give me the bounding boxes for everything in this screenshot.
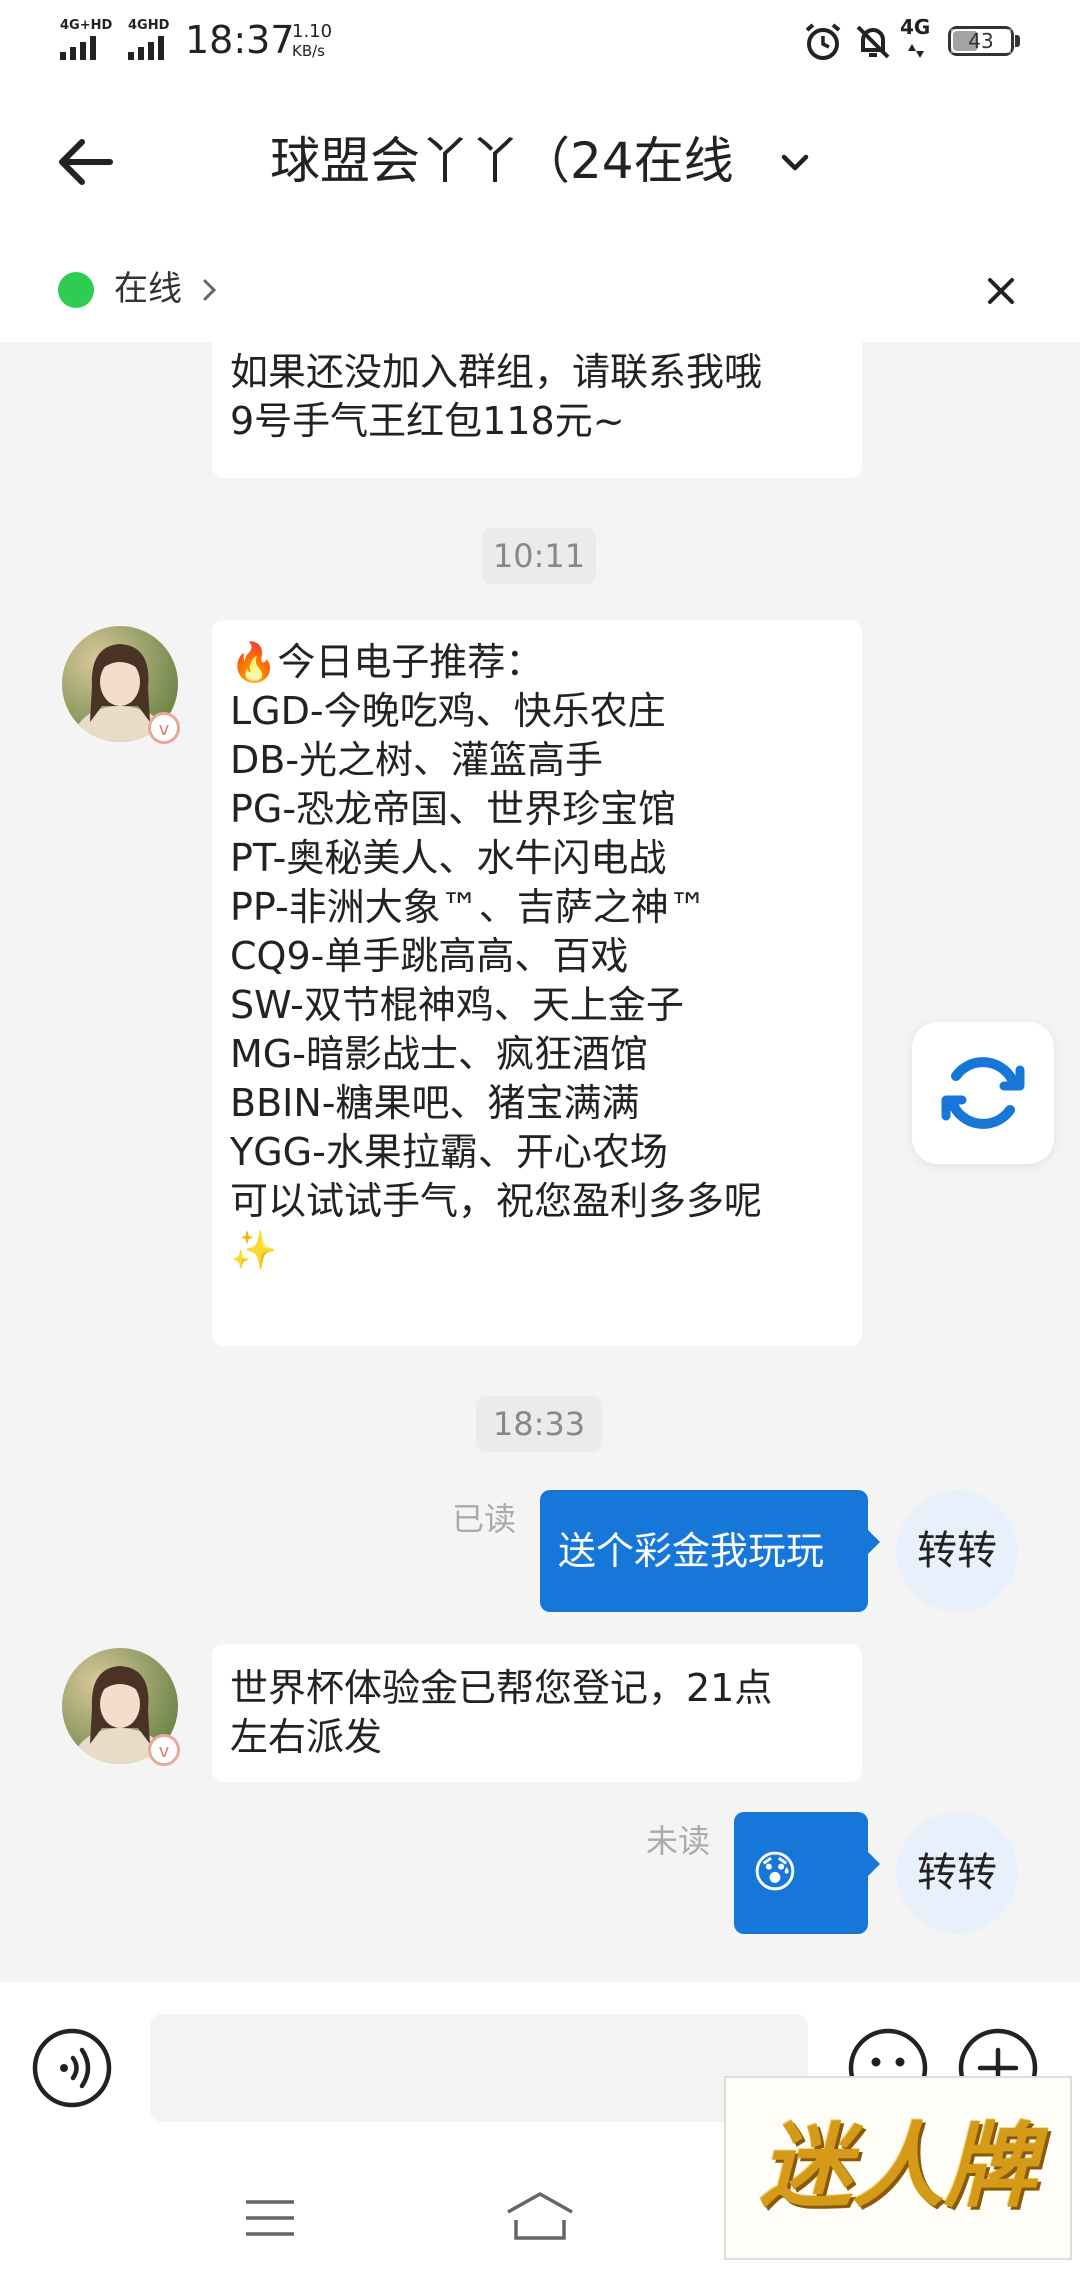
online-label[interactable]: 在线 [114, 266, 182, 312]
watermark-box: 迷人牌 [724, 2076, 1072, 2260]
timestamp: 18:33 [476, 1396, 602, 1452]
chevron-down-icon[interactable] [780, 148, 810, 178]
alarm-icon [805, 23, 841, 60]
message-input[interactable] [150, 2014, 808, 2122]
message-bubble-recommendation[interactable]: 🔥今日电子推荐： LGD-今晚吃鸡、快乐农庄 DB-光之树、灌篮高手 PG-恐龙… [212, 620, 862, 1346]
message-line: YGG-水果拉霸、开心农场 [230, 1130, 668, 1174]
message-line: CQ9-单手跳高高、百戏 [230, 934, 629, 978]
chat-title[interactable]: 球盟会丫丫（24在线 [270, 128, 734, 194]
signal-2-label: 4GHD [128, 18, 170, 33]
refresh-button[interactable] [912, 1022, 1054, 1164]
online-dot [58, 272, 94, 308]
signal-1-icon [60, 36, 96, 60]
message-line: MG-暗影战士、疯狂酒馆 [230, 1032, 648, 1076]
sender-avatar[interactable]: 转转 [896, 1490, 1018, 1612]
home-icon[interactable] [504, 2190, 576, 2242]
net-speed-value: 1.10 [292, 21, 333, 42]
battery-level: 43 [951, 29, 1011, 53]
bubble-tail [866, 1850, 880, 1878]
message-bubble[interactable]: 世界杯体验金已帮您登记，21点 左右派发 [212, 1644, 862, 1782]
message-line: DB-光之树、灌篮高手 [230, 738, 604, 782]
data-arrows-icon [908, 44, 924, 58]
battery-icon: 43 [948, 26, 1014, 56]
sent-message-text: 送个彩金我玩玩 [558, 1529, 825, 1573]
chevron-right-icon[interactable] [200, 276, 220, 304]
watermark-text: 迷人牌 [759, 2113, 1036, 2220]
refresh-icon [941, 1057, 1025, 1129]
message-line: SW-双节棍神鸡、天上金子 [230, 983, 684, 1027]
sent-emoji: 😰 [752, 1847, 798, 1898]
message-line: PT-奥秘美人、水牛闪电战 [230, 836, 667, 880]
message-line: BBIN-糖果吧、猪宝满满 [230, 1081, 640, 1125]
verified-badge: v [148, 712, 180, 744]
verified-badge: v [148, 1734, 180, 1766]
message-line: 9号手气王红包118元~ [230, 399, 625, 443]
sent-emoji-bubble[interactable]: 😰 [734, 1812, 868, 1934]
read-status: 未读 [646, 1822, 711, 1860]
network-type-label: 4G [900, 15, 931, 39]
status-time: 18:37 [185, 18, 295, 62]
status-bar: 4G+HD 4GHD 18:37 1.10 KB/s 4G 43 [0, 0, 1080, 86]
chat-header: 球盟会丫丫（24在线 [0, 86, 1080, 236]
message-line: 🔥今日电子推荐： [230, 640, 544, 684]
message-line: 如果还没加入群组，请联系我哦 [230, 350, 763, 394]
bubble-tail [866, 1528, 880, 1556]
menu-icon[interactable] [244, 2198, 296, 2238]
signal-2-icon [128, 36, 164, 60]
sparkle-line: ✨ [230, 1228, 278, 1272]
close-icon[interactable] [986, 276, 1016, 306]
message-line: PP-非洲大象™、吉萨之神™ [230, 885, 707, 929]
sender-avatar[interactable]: 转转 [896, 1812, 1018, 1934]
sent-message-bubble[interactable]: 送个彩金我玩玩 [540, 1490, 868, 1612]
voice-icon[interactable] [30, 2026, 114, 2110]
message-bubble-partial[interactable]: 如果还没加入群组，请联系我哦 9号手气王红包118元~ [212, 342, 862, 478]
signal-1-label: 4G+HD [60, 18, 113, 33]
message-line: LGD-今晚吃鸡、快乐农庄 [230, 689, 666, 733]
mute-bell-icon [856, 25, 890, 59]
net-speed-unit: KB/s [292, 42, 325, 60]
message-line: 左右派发 [230, 1715, 383, 1759]
message-line: PG-恐龙帝国、世界珍宝馆 [230, 787, 677, 831]
message-line: 世界杯体验金已帮您登记，21点 [230, 1666, 773, 1710]
arrow-left-icon[interactable] [52, 129, 118, 195]
chat-area[interactable]: 如果还没加入群组，请联系我哦 9号手气王红包118元~ 10:11 v 🔥今日电… [0, 342, 1080, 1982]
timestamp: 10:11 [482, 528, 596, 584]
message-line: 可以试试手气，祝您盈利多多呢 [230, 1179, 763, 1223]
read-status: 已读 [452, 1500, 517, 1538]
online-status-bar: 在线 [0, 236, 1080, 342]
